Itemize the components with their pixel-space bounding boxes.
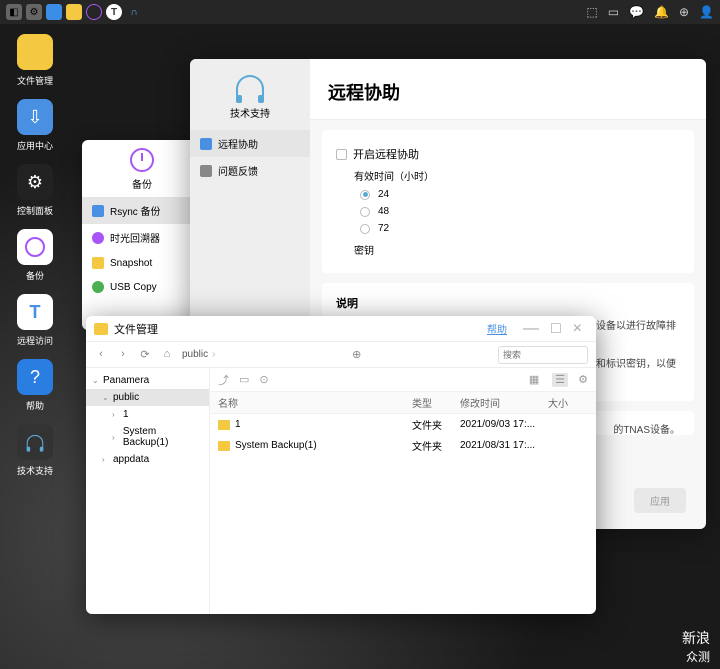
headset-icon (236, 75, 264, 99)
tree-item[interactable]: ›System Backup(1) (86, 423, 209, 451)
desktop-icon-appcenter[interactable]: ⇩应用中心 (10, 99, 60, 152)
remote-assist-icon (200, 138, 212, 150)
nav-refresh-button[interactable]: ⟳ (138, 348, 152, 362)
help-icon: ? (17, 359, 53, 395)
radio-48[interactable] (360, 207, 370, 217)
more-icon[interactable]: ⊙ (259, 373, 268, 386)
view-grid-button[interactable]: ▦ (526, 373, 542, 387)
view-list-button[interactable]: ☰ (552, 373, 568, 387)
watermark: 新浪 众测 (682, 628, 710, 665)
minimize-button[interactable]: — (523, 320, 539, 338)
sidebar-item-snapshot[interactable]: Snapshot (82, 251, 202, 275)
help-link[interactable]: 帮助 (487, 321, 507, 336)
radio-24[interactable] (360, 190, 370, 200)
appcenter-icon: ⇩ (17, 99, 53, 135)
backup-icon (17, 229, 53, 265)
duration-label: 有效时间（小时） (354, 168, 680, 183)
timemachine-icon (92, 232, 104, 244)
radio-72[interactable] (360, 224, 370, 234)
nav-home-button[interactable]: ⌂ (160, 348, 174, 362)
apply-button[interactable]: 应用 (634, 488, 686, 513)
file-manager-window: 文件管理 帮助 — □ × ‹ › ⟳ ⌂ public› ⊕ ⌄Panamer… (86, 316, 596, 614)
sidebar-item-usbcopy[interactable]: USB Copy (82, 275, 202, 299)
feedback-icon (200, 165, 212, 177)
folder-icon (94, 323, 108, 335)
taskbar-app-icon[interactable]: ⚙ (26, 4, 42, 20)
tray-icon[interactable]: ⬚ (586, 5, 597, 19)
nav-back-button[interactable]: ‹ (94, 348, 108, 362)
desktop-icon-files[interactable]: 文件管理 (10, 34, 60, 87)
tray-icon[interactable]: ▭ (608, 5, 619, 19)
usbcopy-icon (92, 281, 104, 293)
folder-icon (17, 34, 53, 70)
support-icon (17, 424, 53, 460)
backup-window: 备份 Rsync 备份 时光回溯器 Snapshot USB Copy (82, 140, 202, 330)
folder-icon (218, 441, 230, 451)
enable-label: 开启远程协助 (353, 146, 419, 162)
sidebar-item-timemachine[interactable]: 时光回溯器 (82, 224, 202, 251)
upload-icon[interactable]: ⤴ (218, 372, 229, 388)
sidebar-item-feedback[interactable]: 问题反馈 (190, 157, 310, 184)
taskbar-app-icon[interactable]: ◧ (6, 4, 22, 20)
close-button[interactable]: × (573, 320, 582, 338)
table-header: 名称 类型 修改时间 大小 (210, 392, 596, 414)
tray-user-icon[interactable]: 👤 (699, 5, 714, 19)
taskbar-app-icon[interactable] (46, 4, 62, 20)
table-row[interactable]: System Backup(1) 文件夹 2021/08/31 17:... (210, 435, 596, 456)
desktop-icons: 文件管理 ⇩应用中心 ⚙控制面板 备份 T远程访问 ?帮助 技术支持 (10, 34, 60, 489)
taskbar-app-icon[interactable] (66, 4, 82, 20)
folder-icon (218, 420, 230, 430)
breadcrumb[interactable]: public› (182, 349, 215, 360)
controlpanel-icon: ⚙ (17, 164, 53, 200)
sidebar-item-remote-assist[interactable]: 远程协助 (190, 130, 310, 157)
tray-network-icon[interactable]: ⊕ (679, 5, 689, 19)
desktop-icon-controlpanel[interactable]: ⚙控制面板 (10, 164, 60, 217)
nav-forward-button[interactable]: › (116, 348, 130, 362)
add-button[interactable]: ⊕ (350, 348, 364, 362)
col-name[interactable]: 名称 (218, 395, 412, 410)
desktop-icon-help[interactable]: ?帮助 (10, 359, 60, 412)
taskbar-app-icon[interactable]: ∩ (126, 4, 142, 20)
col-date[interactable]: 修改时间 (460, 395, 548, 410)
tree-item[interactable]: ›1 (86, 406, 209, 423)
fm-title: 文件管理 (114, 321, 487, 337)
folder-tree: ⌄Panamera ⌄public ›1 ›System Backup(1) ›… (86, 368, 210, 614)
col-type[interactable]: 类型 (412, 395, 460, 410)
tray-notification-icon[interactable]: 🔔 (654, 5, 669, 19)
desktop-icon-support[interactable]: 技术支持 (10, 424, 60, 477)
sidebar-item-rsync[interactable]: Rsync 备份 (82, 197, 202, 224)
tree-item-appdata[interactable]: ›appdata (86, 451, 209, 468)
tray-icon[interactable]: 💬 (629, 5, 644, 19)
search-input[interactable] (498, 346, 588, 364)
taskbar-app-icon[interactable] (86, 4, 102, 20)
desc-heading: 说明 (336, 295, 680, 311)
settings-panel: 开启远程协助 有效时间（小时） 24 48 72 密钥 (322, 130, 694, 273)
maximize-button[interactable]: □ (551, 320, 561, 338)
settings-icon[interactable]: ⚙ (578, 373, 588, 386)
sidebar-title: 技术支持 (230, 105, 270, 120)
tree-item-public[interactable]: ⌄public (86, 389, 209, 406)
page-title: 远程协助 (310, 59, 706, 120)
col-size[interactable]: 大小 (548, 395, 588, 410)
tree-root[interactable]: ⌄Panamera (86, 372, 209, 389)
rsync-icon (92, 205, 104, 217)
secret-label: 密钥 (354, 242, 680, 257)
taskbar: ◧ ⚙ T ∩ ⬚ ▭ 💬 🔔 ⊕ 👤 (0, 0, 720, 24)
backup-clock-icon (130, 148, 154, 172)
desktop-icon-remote[interactable]: T远程访问 (10, 294, 60, 347)
table-row[interactable]: 1 文件夹 2021/09/03 17:... (210, 414, 596, 435)
desktop-icon-backup[interactable]: 备份 (10, 229, 60, 282)
snapshot-icon (92, 257, 104, 269)
newfolder-icon[interactable]: ▭ (239, 373, 249, 386)
taskbar-app-icon[interactable]: T (106, 4, 122, 20)
remote-icon: T (17, 294, 53, 330)
enable-checkbox[interactable] (336, 149, 347, 160)
backup-window-title: 备份 (132, 176, 152, 191)
